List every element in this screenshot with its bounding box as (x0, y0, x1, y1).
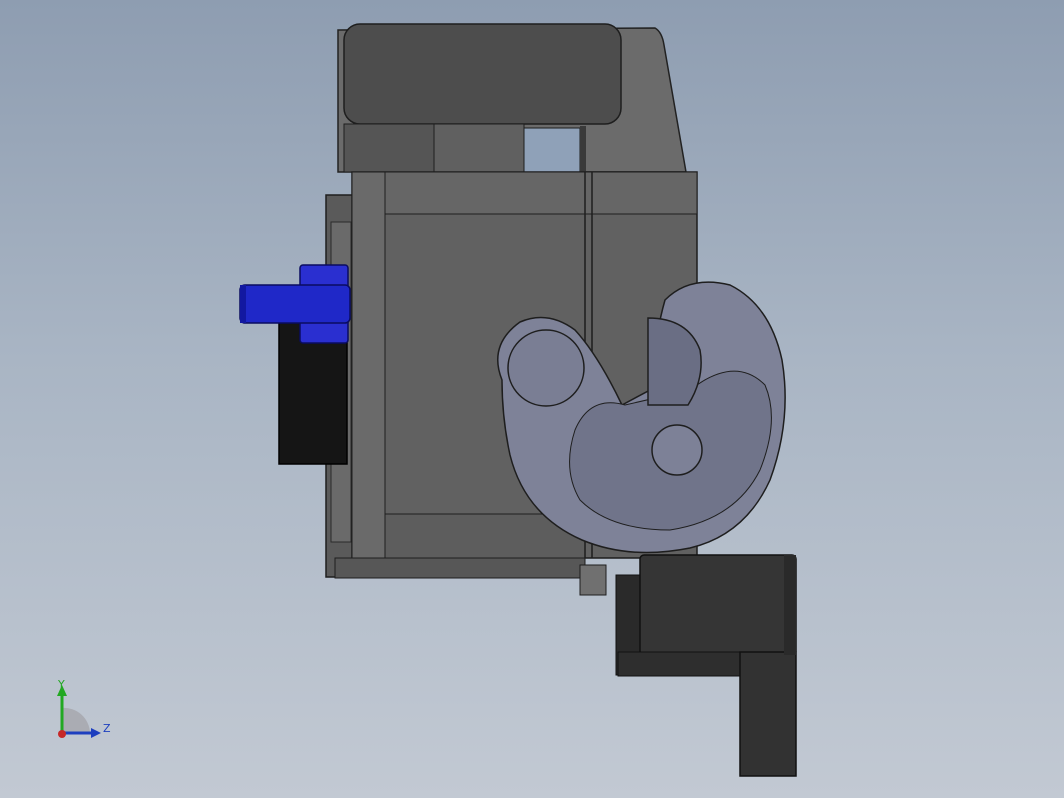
z-axis-label: Z (103, 722, 111, 735)
triad-arc (62, 707, 90, 733)
cad-viewport[interactable]: Y Z (0, 0, 1064, 798)
lower-bracket[interactable] (615, 554, 797, 777)
y-axis-label: Y (58, 678, 65, 691)
upper-housing[interactable] (337, 23, 687, 173)
extruder-model[interactable] (0, 0, 1064, 798)
coordinate-triad: Y Z (45, 675, 125, 750)
z-axis-arrow (91, 728, 101, 738)
x-axis-dot (58, 730, 66, 738)
